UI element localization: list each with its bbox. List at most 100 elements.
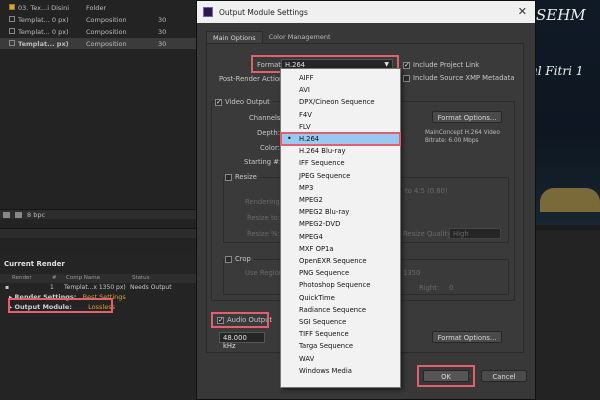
sample-rate-dropdown[interactable]: 48.000 kHz <box>219 332 265 350</box>
crop-value: 1350 <box>403 269 421 277</box>
render-checkbox[interactable]: ▪ <box>5 284 9 291</box>
project-row[interactable]: Templat... 0 px) Composition 30 <box>0 26 196 37</box>
video-output-label: Video Output <box>225 98 270 106</box>
format-option-label: H.264 <box>299 135 320 143</box>
crop-checkbox[interactable]: Crop <box>225 255 254 263</box>
format-option[interactable]: MP3 <box>281 182 400 194</box>
close-icon[interactable]: ✕ <box>518 5 527 18</box>
format-option[interactable]: Radiance Sequence <box>281 304 400 316</box>
project-item-type: Composition <box>86 27 127 36</box>
include-xmp-label: Include Source XMP Metadata <box>413 74 515 82</box>
project-item-name: Templat... px) <box>18 39 69 48</box>
format-option[interactable]: OpenEXR Sequence <box>281 255 400 267</box>
ok-highlight <box>417 365 475 387</box>
checkbox-icon <box>403 74 410 82</box>
resize-quality-label: Resize Quality: <box>403 230 454 238</box>
timeline-tabs <box>0 228 196 238</box>
format-option[interactable]: FLV <box>281 121 400 133</box>
format-option[interactable]: WAV <box>281 353 400 365</box>
format-option[interactable]: MPEG2-DVD <box>281 218 400 230</box>
include-project-link-checkbox[interactable]: Include Project Link <box>403 61 479 69</box>
checkbox-checked-icon <box>215 98 222 106</box>
mosque-illustration <box>540 188 600 212</box>
crop-label: Crop <box>235 255 251 263</box>
format-option[interactable]: H.264 Blu-ray <box>281 145 400 157</box>
format-option[interactable]: Targa Sequence <box>281 340 400 352</box>
header-index: # <box>52 275 57 281</box>
folder-new-icon[interactable] <box>15 212 22 218</box>
format-option[interactable]: MXF OP1a <box>281 243 400 255</box>
after-effects-icon <box>203 7 213 17</box>
format-option[interactable]: Photoshop Sequence <box>281 279 400 291</box>
resize-quality-dropdown[interactable]: High <box>449 228 501 239</box>
queue-index: 1 <box>50 284 54 291</box>
render-queue-header: Render # Comp Name Status <box>0 274 196 283</box>
project-item-fps: 30 <box>158 27 167 36</box>
project-item-name: Templat... 0 px) <box>18 27 69 36</box>
crop-right-label: Right: <box>419 284 440 292</box>
format-option[interactable]: Windows Media <box>281 365 400 377</box>
codec-info-line1: MainConcept H.264 Video <box>425 130 500 136</box>
format-option[interactable]: MPEG2 Blu-ray <box>281 206 400 218</box>
format-dropdown-list: AIFF AVI DPX/Cineon Sequence F4V FLV • H… <box>280 68 401 388</box>
project-item-name: Templat... 0 px) <box>18 15 69 24</box>
project-item-type: Folder <box>86 3 107 12</box>
post-render-action-label: Post-Render Action: <box>219 75 286 83</box>
resize-to-label: Resize to: <box>247 214 281 222</box>
format-option[interactable]: JPEG Sequence <box>281 170 400 182</box>
bit-depth-button[interactable]: 8 bpc <box>27 211 45 219</box>
format-option[interactable]: TIFF Sequence <box>281 328 400 340</box>
format-option[interactable]: PNG Sequence <box>281 267 400 279</box>
composition-icon <box>9 28 15 34</box>
include-xmp-checkbox[interactable]: Include Source XMP Metadata <box>403 74 514 82</box>
project-item-name: 03. Tex...i Disini <box>18 3 70 12</box>
video-format-options-button[interactable]: Format Options... <box>432 111 502 123</box>
checkbox-checked-icon <box>403 61 410 69</box>
aspect-ratio-label: to 4:5 (0.80) <box>405 187 448 195</box>
project-row-selected[interactable]: Templat... px) Composition 30 <box>0 38 196 49</box>
queue-comp-name: Templat...x 1350 px) <box>64 284 126 291</box>
checkbox-icon <box>225 173 232 181</box>
cancel-button[interactable]: Cancel <box>481 370 527 382</box>
include-project-link-label: Include Project Link <box>413 61 480 69</box>
dialog-titlebar[interactable]: Output Module Settings ✕ <box>197 1 535 23</box>
header-status: Status <box>132 275 150 281</box>
format-option[interactable]: QuickTime <box>281 292 400 304</box>
composition-icon <box>9 16 15 22</box>
tab-color-management[interactable]: Color Management <box>263 31 337 43</box>
render-queue-item[interactable]: ▪ 1 Templat...x 1350 px) Needs Output <box>0 283 196 292</box>
use-region-label: Use Region <box>245 269 284 277</box>
audio-format-options-button[interactable]: Format Options... <box>432 331 502 343</box>
format-option[interactable]: MPEG4 <box>281 231 400 243</box>
format-option[interactable]: DPX/Cineon Sequence <box>281 96 400 108</box>
resize-checkbox[interactable]: Resize <box>225 173 260 181</box>
starting-number-label: Starting #: <box>244 158 282 166</box>
render-queue-title: Current Render <box>4 260 65 268</box>
format-option[interactable]: IFF Sequence <box>281 157 400 169</box>
video-output-checkbox[interactable]: Video Output <box>215 98 273 106</box>
composition-preview: SEHM ul Fitri 1 <box>530 0 600 225</box>
channels-label: Channels: <box>249 114 283 122</box>
crop-right-value: 0 <box>449 284 454 292</box>
project-row[interactable]: Templat... 0 px) Composition 30 <box>0 14 196 25</box>
folder-icon <box>9 4 15 10</box>
project-footer-tools: 8 bpc <box>3 211 45 219</box>
codec-info-line2: Bitrate: 6.00 Mbps <box>425 138 479 144</box>
resize-label: Resize <box>235 173 257 181</box>
project-item-type: Composition <box>86 15 127 24</box>
format-option[interactable]: SGI Sequence <box>281 316 400 328</box>
project-row[interactable]: 03. Tex...i Disini Folder <box>0 2 196 13</box>
header-comp-name: Comp Name <box>66 275 101 281</box>
format-option[interactable]: AIFF <box>281 72 400 84</box>
trash-icon[interactable] <box>3 212 10 218</box>
resize-quality-value: High <box>453 230 469 238</box>
format-option[interactable]: F4V <box>281 109 400 121</box>
format-option-selected[interactable]: • H.264 <box>280 131 401 147</box>
codec-info: MainConcept H.264 Video Bitrate: 6.00 Mb… <box>425 129 500 145</box>
preview-text-middle: ul Fitri 1 <box>530 64 584 78</box>
format-option[interactable]: MPEG2 <box>281 194 400 206</box>
dialog-title: Output Module Settings <box>219 8 308 17</box>
tab-main-options[interactable]: Main Options <box>206 31 263 43</box>
project-item-type: Composition <box>86 39 127 48</box>
format-option[interactable]: AVI <box>281 84 400 96</box>
